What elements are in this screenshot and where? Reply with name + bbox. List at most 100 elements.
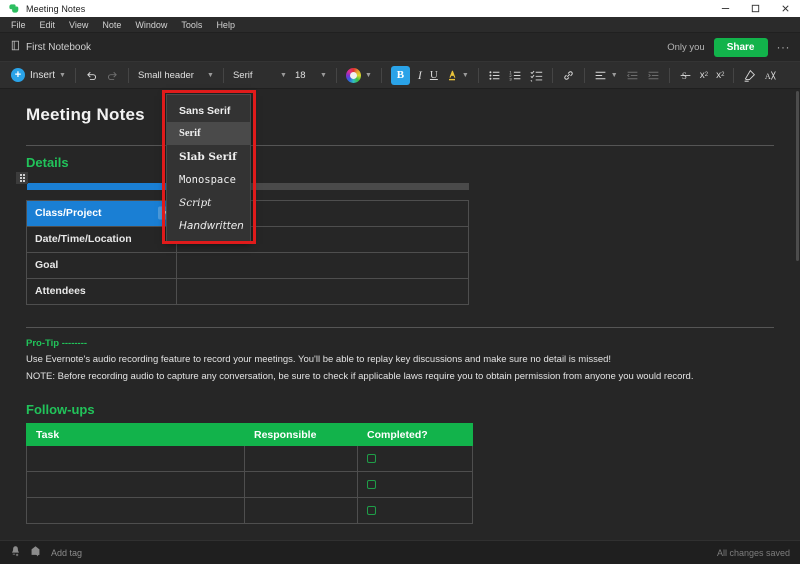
font-option-serif[interactable]: Serif [167,122,250,145]
column-header-completed[interactable]: Completed? [358,424,473,446]
svg-text:A: A [765,71,771,80]
font-option-monospace[interactable]: Monospace [167,168,250,191]
location-add-icon[interactable] [30,544,41,562]
horizontal-rule [26,145,774,146]
add-tag-label[interactable]: Add tag [51,548,82,558]
toolbar-divider [75,68,76,83]
note-title[interactable]: Meeting Notes [26,105,774,125]
link-button[interactable] [558,65,579,85]
column-header-task[interactable]: Task [27,424,245,446]
checklist-button[interactable] [526,65,547,85]
vertical-scrollbar[interactable] [795,89,800,540]
menu-item-file[interactable]: File [4,17,33,33]
numbered-list-button[interactable]: 123 [505,65,526,85]
share-button[interactable]: Share [714,38,768,57]
details-label-goal[interactable]: Goal [27,252,177,278]
paragraph-style-dropdown[interactable]: Small header ▼ [134,65,218,85]
status-bar: Add tag All changes saved [0,540,800,564]
table-row[interactable]: Goal [27,252,469,278]
superscript-value: 2 [705,72,708,78]
menu-item-edit[interactable]: Edit [33,17,63,33]
clear-formatting-button[interactable]: A [760,65,781,85]
subscript-value: 2 [721,72,724,78]
followups-task-cell[interactable] [27,498,245,524]
highlighter-button[interactable] [739,65,760,85]
table-row[interactable] [27,472,473,498]
indent-button[interactable] [643,65,664,85]
table-row[interactable] [27,498,473,524]
italic-button[interactable]: I [414,65,426,85]
align-button[interactable]: ▼ [590,65,622,85]
chevron-down-icon: ▼ [207,72,214,79]
details-label-class-project[interactable]: Class/Project ▼ [27,200,177,226]
subscript-button[interactable]: x2 [712,65,728,85]
close-button[interactable] [770,0,800,17]
underline-label: U [430,69,438,81]
font-option-sans-serif[interactable]: Sans Serif [167,99,250,122]
toolbar-divider [381,68,382,83]
checkbox[interactable] [367,506,376,515]
note-editor[interactable]: Meeting Notes Details Class/Project ▼ [0,89,800,540]
menu-item-note[interactable]: Note [95,17,128,33]
font-color-button[interactable]: ▼ [342,65,376,85]
toolbar-divider [223,68,224,83]
followups-responsible-cell[interactable] [245,498,358,524]
bold-label: B [391,66,410,85]
font-size-dropdown[interactable]: 18 ▼ [291,65,331,85]
followups-table[interactable]: Task Responsible Completed? [26,423,473,524]
text-highlight-color-button[interactable]: ▼ [442,65,473,85]
underline-button[interactable]: U [426,65,442,85]
followups-completed-cell[interactable] [358,498,473,524]
chevron-down-icon: ▼ [280,72,287,79]
superscript-button[interactable]: x2 [696,65,712,85]
font-family-dropdown[interactable]: Serif ▼ [229,65,291,85]
followups-completed-cell[interactable] [358,472,473,498]
followups-responsible-cell[interactable] [245,472,358,498]
details-value-goal[interactable] [177,252,469,278]
toolbar-divider [669,68,670,83]
notebook-selector[interactable]: First Notebook [10,38,91,56]
font-option-slab-serif[interactable]: Slab Serif [167,145,250,168]
followups-task-cell[interactable] [27,446,245,472]
font-option-handwritten[interactable]: Handwritten [167,214,250,237]
font-family-menu[interactable]: Sans Serif Serif Slab Serif Monospace Sc… [166,94,251,242]
bold-button[interactable]: B [387,65,414,85]
tag-add-icon[interactable] [10,544,21,562]
font-option-script[interactable]: Script [167,191,250,214]
grid-dots-icon [20,174,25,182]
protip-title: Pro-Tip -------- [26,338,774,349]
followups-task-cell[interactable] [27,472,245,498]
menu-item-help[interactable]: Help [209,17,242,33]
insert-button[interactable]: + Insert ▼ [7,65,70,85]
bullet-list-button[interactable] [484,65,505,85]
menu-item-tools[interactable]: Tools [174,17,209,33]
table-row[interactable]: Attendees [27,278,469,304]
details-label-date-time-location[interactable]: Date/Time/Location [27,226,177,252]
table-drag-handle[interactable] [16,172,28,184]
maximize-button[interactable] [740,0,770,17]
undo-button[interactable] [81,65,102,85]
strikethrough-button[interactable]: S [675,65,696,85]
italic-label: I [418,68,422,83]
details-value-attendees[interactable] [177,278,469,304]
chevron-down-icon: ▼ [365,72,372,79]
table-row[interactable] [27,446,473,472]
column-selected-indicator[interactable] [27,183,177,190]
menu-item-window[interactable]: Window [128,17,174,33]
details-label-attendees[interactable]: Attendees [27,278,177,304]
followups-heading: Follow-ups [26,402,774,417]
chevron-down-icon: ▼ [611,72,618,79]
chevron-down-icon: ▼ [320,72,327,79]
followups-responsible-cell[interactable] [245,446,358,472]
followups-completed-cell[interactable] [358,446,473,472]
scrollbar-thumb[interactable] [796,91,799,261]
redo-button[interactable] [102,65,123,85]
menu-item-view[interactable]: View [62,17,95,33]
minimize-button[interactable] [710,0,740,17]
checkbox[interactable] [367,454,376,463]
column-header-responsible[interactable]: Responsible [245,424,358,446]
more-options-icon[interactable]: ··· [777,40,791,54]
outdent-button[interactable] [622,65,643,85]
checkbox[interactable] [367,480,376,489]
toolbar-divider [733,68,734,83]
